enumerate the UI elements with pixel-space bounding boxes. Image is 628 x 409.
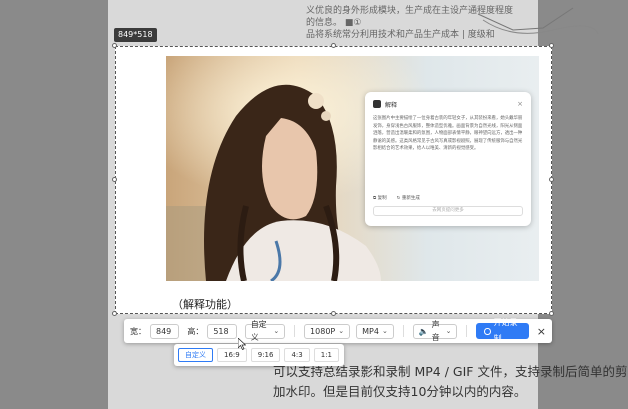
- regenerate-button[interactable]: ↻ 重新生成: [397, 195, 420, 201]
- ratio-option-16-9[interactable]: 16:9: [217, 348, 247, 362]
- popup-explanation-text: 这张图片中主要描绘了一位身着古装的年轻女子，从其装扮来看，她头戴华丽发饰，身穿浅…: [373, 116, 523, 152]
- audio-select[interactable]: 🔈 声音 ⌄: [412, 320, 458, 342]
- close-icon[interactable]: ×: [517, 100, 523, 108]
- resize-handle-mr[interactable]: [549, 177, 554, 182]
- doc-sketch-figure: [477, 7, 599, 35]
- chevron-down-icon: ⌄: [381, 326, 388, 335]
- resize-handle-tc[interactable]: [331, 43, 336, 48]
- divider: [402, 325, 404, 337]
- height-label: 高：: [187, 326, 204, 336]
- speaker-icon: 🔈: [418, 326, 429, 336]
- height-input[interactable]: 518: [207, 323, 237, 339]
- copy-button[interactable]: ⧉ 复制: [373, 195, 387, 201]
- width-label: 宽：: [130, 326, 146, 336]
- ratio-option-4-3[interactable]: 4:3: [284, 348, 310, 362]
- chevron-down-icon: ⌄: [338, 326, 345, 335]
- ratio-select[interactable]: 自定义 ⌄: [244, 320, 286, 342]
- resize-handle-bl[interactable]: [112, 311, 117, 316]
- chevron-down-icon: ⌄: [445, 326, 452, 335]
- width-input[interactable]: 849: [150, 323, 180, 339]
- popup-title: 解释: [385, 101, 398, 109]
- ai-explain-popup: 解释 × 这张图片中主要描绘了一位身着古装的年轻女子，从其装扮来看，她头戴华丽发…: [365, 92, 531, 226]
- ratio-option-1-1[interactable]: 1:1: [313, 348, 339, 362]
- resize-handle-tr[interactable]: [549, 43, 554, 48]
- resize-handle-bc[interactable]: [331, 311, 336, 316]
- mouse-cursor-icon: [238, 338, 246, 350]
- format-select[interactable]: MP4 ⌄: [356, 323, 394, 339]
- selection-size-label: 849*518: [114, 28, 157, 42]
- doc-line: 品将系统常分利用技术和产品生产成本 | 度级和: [306, 30, 495, 40]
- ratio-option-custom[interactable]: 自定义: [178, 348, 213, 362]
- app-logo-icon: [373, 100, 381, 108]
- ratio-option-9-16[interactable]: 9:16: [250, 348, 281, 362]
- record-icon: [484, 327, 491, 335]
- close-icon[interactable]: ×: [537, 325, 546, 338]
- divider: [294, 325, 296, 337]
- chevron-down-icon: ⌄: [273, 326, 280, 335]
- ask-more-input[interactable]: 去网页提问更多: [373, 206, 523, 216]
- resolution-select[interactable]: 1080P ⌄: [304, 323, 351, 339]
- recording-toolbar: 宽： 849 高： 518 自定义 ⌄ 1080P ⌄ MP4 ⌄ 🔈 声音 ⌄ 开始录制…: [124, 318, 552, 343]
- resize-handle-ml[interactable]: [112, 177, 117, 182]
- resize-handle-tl[interactable]: [112, 43, 117, 48]
- resize-handle-br[interactable]: [549, 311, 554, 316]
- start-recording-button[interactable]: 开始录制: [476, 318, 529, 343]
- doc-paragraph: 可以支持总结录影和录制 MP4 / GIF 文件，支持录制后简单的剪辑和加水印。…: [273, 364, 628, 399]
- image-caption: （解释功能）: [172, 298, 238, 311]
- ratio-dropdown-menu: 自定义 16:9 9:16 4:3 1:1: [174, 344, 344, 366]
- divider: [466, 325, 468, 337]
